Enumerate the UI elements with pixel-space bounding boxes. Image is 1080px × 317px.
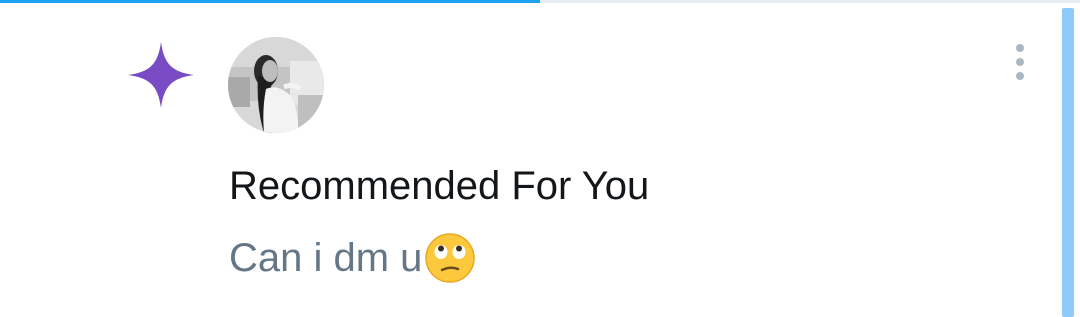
- top-progress-fill: [0, 0, 540, 3]
- sparkle-icon: [126, 40, 196, 110]
- user-avatar[interactable]: [228, 37, 324, 133]
- more-options-button[interactable]: [1002, 38, 1038, 86]
- face-with-rolling-eyes-emoji: [424, 232, 476, 284]
- scrollbar[interactable]: [1062, 8, 1074, 317]
- more-vertical-icon-dot: [1016, 58, 1024, 66]
- more-vertical-icon: [1016, 44, 1024, 52]
- notification-title: Recommended For You: [229, 164, 650, 208]
- more-vertical-icon-dot: [1016, 72, 1024, 80]
- notification-message: Can i dm u: [229, 236, 423, 280]
- top-progress-bar: [0, 0, 1080, 3]
- notification-message-row[interactable]: Can i dm u: [229, 228, 476, 288]
